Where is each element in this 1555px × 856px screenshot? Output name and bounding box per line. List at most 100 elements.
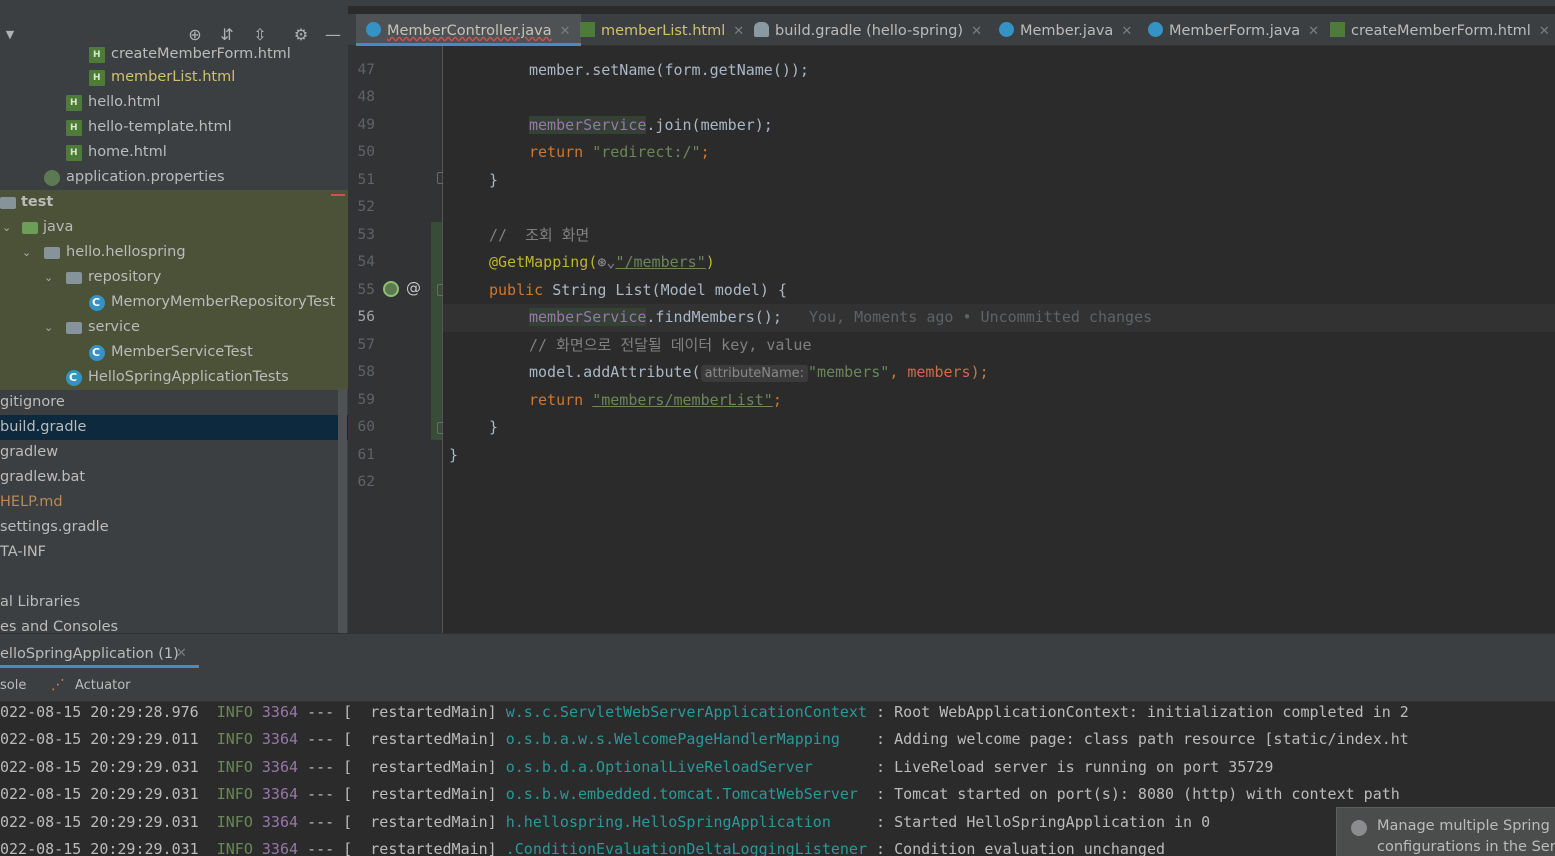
tree-item[interactable]: gitignore <box>0 390 348 415</box>
tree-item[interactable]: ⌄ service <box>0 315 348 340</box>
tree-item[interactable]: home.html <box>0 140 348 165</box>
tree-item[interactable]: hello.html <box>0 90 348 115</box>
gear-icon <box>44 170 60 186</box>
tree-item-label: gitignore <box>0 394 65 410</box>
notification-balloon[interactable]: Manage multiple Spring B configurations … <box>1336 807 1555 856</box>
tab-member-list[interactable]: memberList.html ✕ <box>580 14 744 46</box>
close-icon[interactable]: ✕ <box>176 643 187 665</box>
tree-item-label: es and Consoles <box>0 619 119 633</box>
code-line-56: memberService.findMembers(); You, Moment… <box>529 308 1153 326</box>
tree-item-label: service <box>88 319 140 335</box>
tree-item[interactable]: HELP.md <box>0 490 348 515</box>
tab-actuator[interactable]: Actuator <box>75 678 131 693</box>
tab-label: memberList.html <box>601 23 726 39</box>
tree-item-label: hello.hellospring <box>66 244 186 260</box>
tab-member-controller[interactable]: MemberController.java ✕ <box>356 14 581 46</box>
line-number: 59 <box>357 392 375 408</box>
tree-item[interactable]: es and Consoles <box>0 615 348 633</box>
code-line-55: public String List(Model model) { <box>489 281 788 299</box>
class-icon <box>366 22 381 37</box>
close-icon[interactable]: ✕ <box>1539 24 1550 39</box>
run-config-tab[interactable]: elloSpringApplication (1) ✕ <box>0 643 199 668</box>
actuator-icon: ⋰ <box>51 677 65 693</box>
tree-item-label: gradlew.bat <box>0 469 86 485</box>
code-line-47: member.setName(form.getName()); <box>529 61 809 79</box>
globe-icon: ⊛⌄ <box>597 253 616 271</box>
tree-item[interactable]: application.properties <box>0 165 348 190</box>
run-tab-label: elloSpringApplication (1) <box>0 646 179 662</box>
tree-item-label: hello-template.html <box>88 119 232 135</box>
at-sign-icon[interactable]: @ <box>406 279 421 297</box>
code-line-58: model.addAttribute(attributeName: "member… <box>529 363 989 382</box>
tree-item[interactable]: hello-template.html <box>0 115 348 140</box>
tree-item[interactable]: test <box>0 190 348 215</box>
tab-member-form[interactable]: MemberForm.java ✕ <box>1148 14 1319 46</box>
tree-item-label: al Libraries <box>0 594 81 610</box>
html-file-icon <box>89 70 105 86</box>
code-line-57: // 화면으로 전달될 데이터 key, value <box>529 336 812 354</box>
tree-item[interactable]: al Libraries <box>0 590 348 615</box>
editor-tab-bar: MemberController.java ✕ memberList.html ✕ … <box>348 14 1555 46</box>
tree-item[interactable]: TA-INF <box>0 540 348 565</box>
folder-icon <box>0 197 16 209</box>
tree-item[interactable]: settings.gradle <box>0 515 348 540</box>
html-file-icon <box>1330 22 1345 37</box>
tree-item[interactable]: MemoryMemberRepositoryTest <box>0 290 348 315</box>
html-file-icon <box>66 145 82 161</box>
tab-label: MemberForm.java <box>1169 23 1301 39</box>
tree-item-label: HELP.md <box>0 494 63 510</box>
tab-create-member-form[interactable]: createMemberForm.html ✕ <box>1330 14 1550 46</box>
code-editor[interactable]: member.setName(form.getName()); memberSe… <box>443 46 1555 633</box>
line-number: 60 <box>357 419 375 435</box>
tree-item[interactable]: HelloSpringApplicationTests <box>0 365 348 390</box>
log-line: 022-08-15 20:29:29.031 INFO 3364 --- [ r… <box>0 758 1274 776</box>
tree-item-label: createMemberForm.html <box>111 46 291 62</box>
line-number: 55 <box>357 282 375 298</box>
tree-item[interactable]: ⌄ java <box>0 215 348 240</box>
line-number: 58 <box>357 364 375 380</box>
tree-item[interactable]: ⌄ repository <box>0 265 348 290</box>
tree-item[interactable]: memberList.html <box>0 65 348 90</box>
tree-item-label: build.gradle <box>0 419 87 435</box>
tab-label: Member.java <box>1020 23 1114 39</box>
spring-icon <box>1351 820 1367 836</box>
tree-item[interactable]: build.gradle <box>0 415 348 440</box>
spring-endpoint-icon[interactable] <box>383 281 399 297</box>
chevron-down-icon[interactable]: ⌄ <box>44 265 56 290</box>
chevron-down-icon[interactable]: ⌄ <box>2 215 14 240</box>
code-line-59: return "members/memberList"; <box>529 391 782 409</box>
chevron-down-icon[interactable]: ⌄ <box>22 240 34 265</box>
tab-build-gradle[interactable]: build.gradle (hello-spring) ✕ <box>754 14 982 46</box>
tree-scrollbar[interactable] <box>338 389 347 633</box>
chevron-down-icon[interactable]: ⌄ <box>44 315 56 340</box>
tab-console[interactable]: sole <box>0 678 26 693</box>
tab-member[interactable]: Member.java ✕ <box>999 14 1132 46</box>
parameter-hint: attributeName: <box>700 365 809 382</box>
tree-item-label: settings.gradle <box>0 519 109 535</box>
class-icon <box>89 345 105 361</box>
html-file-icon <box>66 95 82 111</box>
tree-item[interactable]: gradlew.bat <box>0 465 348 490</box>
tree-item-label: test <box>21 194 54 210</box>
html-file-icon <box>89 47 105 63</box>
close-icon[interactable]: ✕ <box>971 24 982 39</box>
run-panel-header <box>0 633 1555 668</box>
close-icon[interactable]: ✕ <box>1308 24 1319 39</box>
editor-gutter: 47 48 49 50 51 52 53 54 55 56 57 58 59 6… <box>348 46 471 633</box>
console-output[interactable]: 022-08-15 20:29:28.976 INFO 3364 --- [ r… <box>0 702 1555 856</box>
vcs-change-marker <box>431 222 442 440</box>
line-number: 49 <box>357 117 375 133</box>
tab-label: createMemberForm.html <box>1351 23 1531 39</box>
tree-item[interactable]: ⌄ hello.hellospring <box>0 240 348 265</box>
gradle-file-icon <box>754 22 769 37</box>
notification-text: Manage multiple Spring B <box>1377 818 1555 834</box>
project-panel: ▼ ⊕ ⇵ ⇳ ⚙ — createMemberForm.html member… <box>0 6 348 633</box>
tree-item[interactable]: MemberServiceTest <box>0 340 348 365</box>
log-line: 022-08-15 20:29:29.011 INFO 3364 --- [ r… <box>0 730 1409 748</box>
close-icon[interactable]: ✕ <box>1121 24 1132 39</box>
tree-item[interactable]: createMemberForm.html <box>0 42 348 67</box>
close-icon[interactable]: ✕ <box>560 24 571 39</box>
tree-item[interactable]: gradlew <box>0 440 348 465</box>
close-icon[interactable]: ✕ <box>733 24 744 39</box>
console-tab-bar: sole ⋰ Actuator <box>0 668 1555 702</box>
